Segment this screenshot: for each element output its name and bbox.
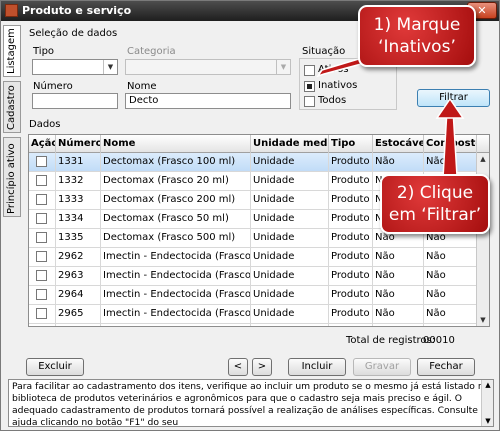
callout-1-line1: 1) Marque [373, 15, 461, 35]
callout-2-line1: 2) Clique [396, 183, 474, 203]
callout-2-line2: em ‘Filtrar’ [388, 205, 482, 225]
callout-arrow-2-shaft [442, 109, 458, 179]
callout-1-line2: ‘Inativos’ [378, 37, 456, 57]
callout-2: 2) Clique em ‘Filtrar’ [380, 174, 490, 234]
callout-arrow-2-head [435, 97, 465, 119]
callout-1: 1) Marque ‘Inativos’ [358, 5, 476, 67]
